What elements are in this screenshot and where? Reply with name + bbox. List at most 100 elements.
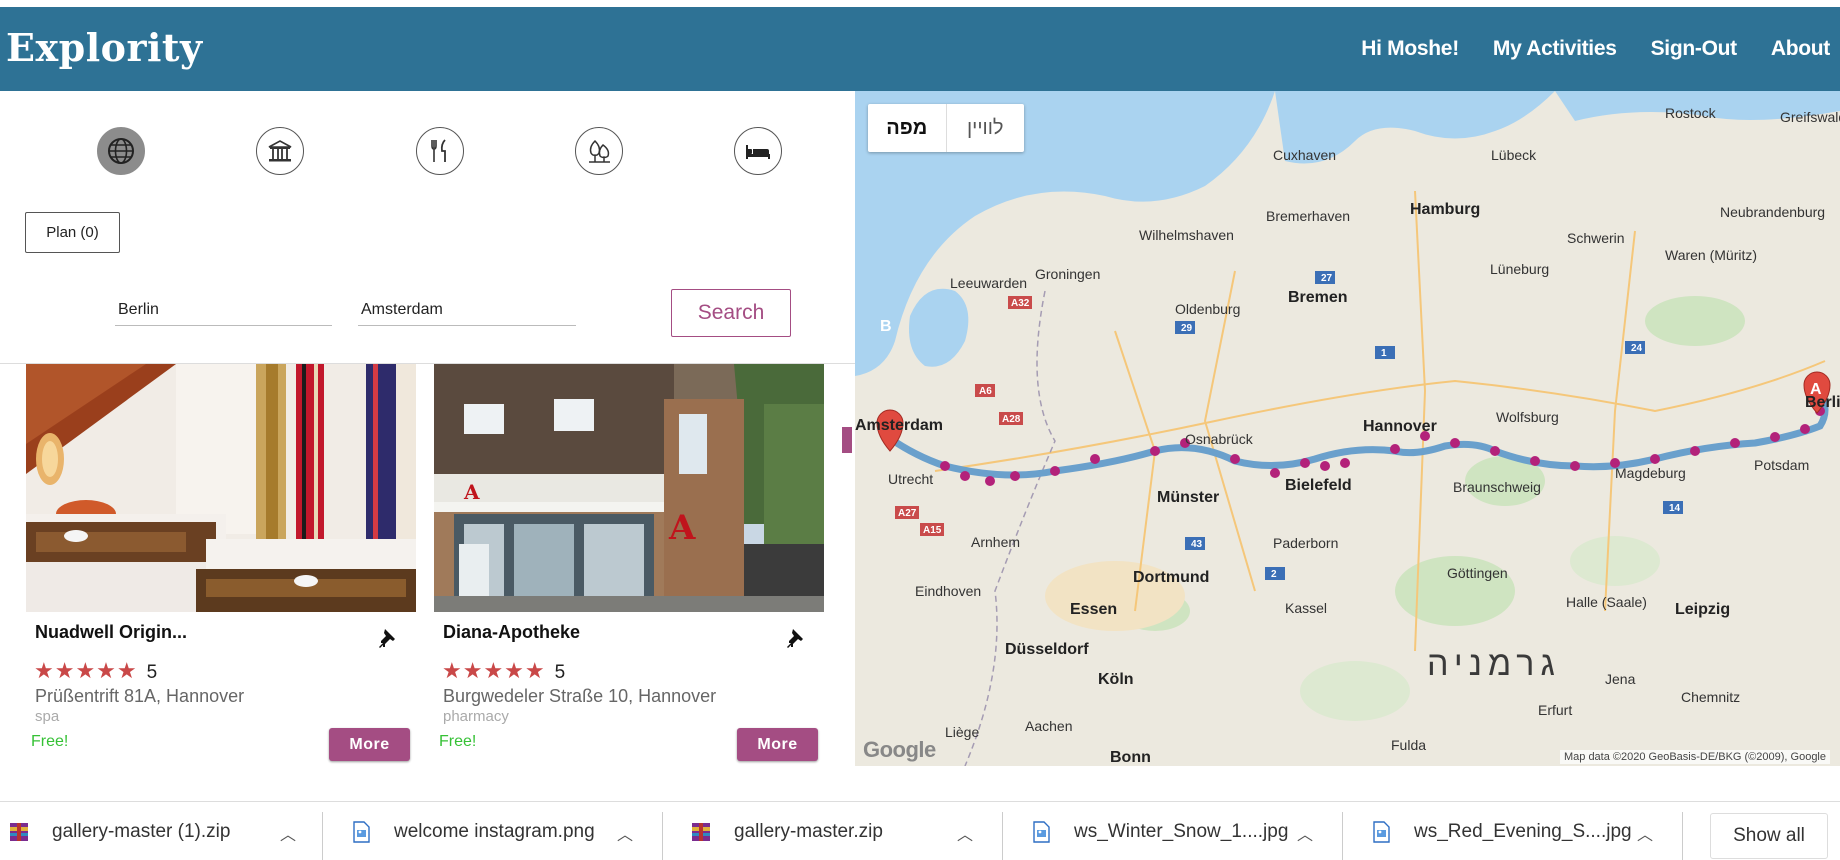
map-view-button[interactable]: מפה (868, 104, 946, 152)
svg-text:A: A (668, 508, 696, 548)
city-label: Bremerhaven (1266, 208, 1351, 224)
category-restaurant-button[interactable] (416, 127, 464, 175)
activity-title[interactable]: Nuadwell Origin... (35, 622, 187, 643)
download-filename: ws_Winter_Snow_1....jpg (1074, 820, 1289, 842)
google-logo: Google (863, 737, 936, 762)
origin-input[interactable] (115, 294, 332, 326)
city-label: Greifswald (1780, 109, 1840, 125)
rating: ★★★★★ 5 (442, 658, 565, 684)
plan-button[interactable]: Plan (0) (25, 212, 120, 253)
city-label: Potsdam (1754, 457, 1810, 473)
city-label: Utrecht (888, 471, 934, 487)
map-attribution[interactable]: Map data ©2020 GeoBasis-DE/BKG (©2009), … (1559, 750, 1830, 764)
nav-sign-out[interactable]: Sign-Out (1651, 37, 1738, 61)
svg-text:2: 2 (1271, 569, 1277, 580)
chevron-up-icon[interactable]: ︿ (617, 821, 633, 845)
show-all-button[interactable]: Show all (1710, 813, 1828, 859)
city-label: Lüneburg (1490, 261, 1550, 277)
svg-text:A28: A28 (1002, 414, 1021, 425)
activity-title[interactable]: Diana-Apotheke (443, 622, 580, 643)
city-label: Lübeck (1491, 147, 1537, 163)
activity-price: Free! (439, 733, 477, 750)
image-file-icon (353, 820, 370, 843)
pin-icon[interactable] (784, 626, 810, 652)
category-hotel-button[interactable] (734, 127, 782, 175)
chevron-up-icon[interactable]: ︿ (1637, 821, 1653, 845)
city-label: Liège (945, 724, 980, 740)
star-rating-icon: ★★★★★ (34, 658, 138, 683)
nav-about[interactable]: About (1771, 37, 1830, 61)
restaurant-icon (431, 139, 446, 162)
pin-icon[interactable] (376, 626, 402, 652)
destination-input[interactable] (358, 294, 576, 326)
city-label: Schwerin (1567, 230, 1625, 246)
nav-my-activities[interactable]: My Activities (1493, 37, 1617, 61)
download-item[interactable]: ws_Red_Evening_S....jpg ︿ (1362, 802, 1682, 860)
city-label: Magdeburg (1615, 465, 1686, 481)
city-label: Aachen (1025, 718, 1073, 734)
star-rating-icon: ★★★★★ (442, 658, 546, 683)
zip-file-icon (10, 822, 28, 841)
svg-text:14: 14 (1669, 503, 1681, 514)
chevron-up-icon[interactable]: ︿ (957, 821, 973, 845)
city-label: Paderborn (1273, 535, 1339, 551)
more-button[interactable]: More (737, 728, 818, 761)
nav-links: Hi Moshe! My Activities Sign-Out About (1361, 37, 1830, 61)
chevron-up-icon[interactable]: ︿ (1297, 821, 1313, 845)
city-label: Erfurt (1538, 702, 1573, 718)
city-label: Köln (1098, 671, 1134, 688)
city-label: Leeuwarden (950, 275, 1028, 291)
svg-text:43: 43 (1191, 539, 1203, 550)
category-museum-button[interactable] (256, 127, 304, 175)
svg-text:A: A (463, 480, 480, 504)
activity-category: pharmacy (443, 708, 509, 725)
nature-icon (589, 139, 610, 163)
download-item[interactable]: gallery-master.zip ︿ (682, 802, 1002, 860)
city-label: Waren (Müritz) (1665, 247, 1758, 263)
globe-icon (108, 138, 134, 164)
download-item[interactable]: gallery-master (1).zip ︿ (0, 802, 322, 860)
svg-text:A27: A27 (898, 508, 917, 519)
download-filename: ws_Red_Evening_S....jpg (1414, 820, 1632, 842)
download-separator (1002, 812, 1003, 860)
download-separator (1682, 812, 1683, 860)
chevron-up-icon[interactable]: ︿ (280, 821, 296, 845)
download-separator (322, 812, 323, 860)
brand-logo[interactable]: Explority (6, 25, 203, 70)
country-label: גרמניה (1427, 645, 1561, 683)
city-label: Eindhoven (915, 583, 982, 599)
scrollbar-thumb[interactable] (842, 427, 852, 453)
route-map[interactable]: A32 A6 A28 A27 A15 29 27 1 24 14 43 2 מפ… (855, 91, 1840, 766)
city-label: Cuxhaven (1273, 147, 1337, 163)
city-label: Kassel (1285, 600, 1328, 616)
city-label: Osnabrück (1185, 431, 1253, 447)
top-strip (0, 0, 1840, 7)
download-item[interactable]: welcome instagram.png ︿ (342, 802, 662, 860)
search-button[interactable]: Search (671, 289, 791, 337)
map-canvas[interactable]: A32 A6 A28 A27 A15 29 27 1 24 14 43 2 (855, 91, 1840, 766)
download-filename: gallery-master (1).zip (52, 820, 231, 842)
city-label: Braunschweig (1453, 479, 1541, 495)
city-label: Berlin (1805, 394, 1840, 411)
activity-address: Prüßentrift 81A, Hannover (35, 686, 245, 706)
download-item[interactable]: ws_Winter_Snow_1....jpg ︿ (1022, 802, 1342, 860)
activity-category: spa (35, 708, 60, 725)
rating-value: 5 (146, 662, 158, 683)
svg-text:A15: A15 (923, 525, 942, 536)
city-label: Bonn (1110, 749, 1151, 766)
city-label: Neubrandenburg (1720, 204, 1826, 220)
city-label: Jena (1605, 671, 1636, 687)
satellite-view-button[interactable]: לוויין (945, 104, 1025, 152)
nav-greeting[interactable]: Hi Moshe! (1361, 37, 1459, 61)
rating-value: 5 (554, 662, 566, 683)
activity-photo-pharmacy[interactable]: A A (434, 364, 824, 612)
city-label: Essen (1070, 601, 1118, 618)
svg-text:27: 27 (1321, 273, 1333, 284)
category-all-button[interactable] (97, 127, 145, 175)
activity-address: Burgwedeler Straße 10, Hannover (443, 686, 717, 706)
category-nature-button[interactable] (575, 127, 623, 175)
more-button[interactable]: More (329, 728, 410, 761)
city-label: Leipzig (1675, 601, 1731, 618)
activity-photo-spa[interactable] (26, 364, 416, 612)
svg-text:1: 1 (1381, 348, 1387, 359)
